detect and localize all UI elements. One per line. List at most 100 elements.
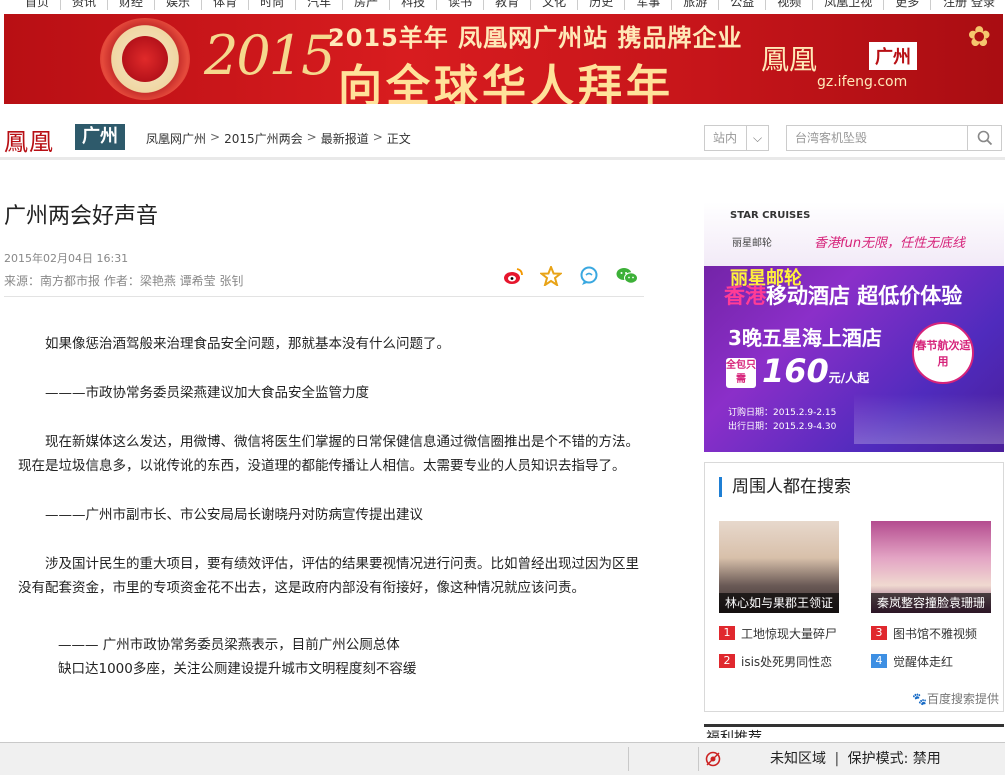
- search-scope-select[interactable]: 站内 ⌵: [704, 125, 769, 151]
- nav-item[interactable]: 更多: [884, 0, 932, 10]
- rank-badge: 4: [871, 654, 887, 668]
- nav-item[interactable]: 公益: [719, 0, 767, 10]
- nav-item[interactable]: 旅游: [672, 0, 720, 10]
- ad-circle-badge: 春节航次适用: [912, 322, 974, 384]
- search-input[interactable]: [787, 126, 967, 150]
- banner-year-art: 2015: [204, 24, 335, 87]
- article-paragraph: 涉及国计民生的重大项目，要有绩效评估，评估的结果要视情况进行问责。比如曾经出现过…: [18, 556, 639, 596]
- nav-item[interactable]: 科技: [390, 0, 438, 10]
- divider: [4, 296, 644, 297]
- banner-slogan: 向全球华人拜年: [338, 61, 674, 104]
- article-paragraph: 现在新媒体这么发达，用微博、微信将医生们掌握的日常保健信息通过微信圈推出是个不错…: [18, 434, 639, 474]
- ad-subtitle-hk: 香港: [724, 284, 766, 308]
- favorite-star-icon[interactable]: [538, 264, 564, 288]
- search-scope-value: 站内: [713, 131, 738, 145]
- article-quote-attribution: ———广州市副市长、市公安局局长谢晓丹对防病宣传提出建议: [45, 507, 423, 523]
- search-button[interactable]: [967, 126, 1001, 150]
- nav-item[interactable]: 汽车: [296, 0, 344, 10]
- article-body: 如果像惩治酒驾般来治理食品安全问题，那就基本没有什么问题了。 ———市政协常务委…: [18, 332, 640, 706]
- nav-item[interactable]: 体育: [202, 0, 250, 10]
- list-item[interactable]: 2 isis处死男同性恋: [719, 651, 837, 671]
- breadcrumb-item[interactable]: 最新报道: [321, 130, 369, 147]
- hot-search-panel: 周围人都在搜索 林心如与果郡王领证 秦岚整容撞脸袁珊珊 1 工地惊现大量碎尸 2…: [704, 462, 1004, 712]
- nav-item[interactable]: 凤凰卫视: [813, 0, 885, 10]
- site-logo[interactable]: 鳳凰: [4, 122, 54, 157]
- article-quote-attribution: ———市政协常务委员梁燕建议加大食品安全监管力度: [45, 385, 369, 401]
- hot-search-photo[interactable]: 秦岚整容撞脸袁珊珊: [871, 521, 991, 613]
- ad-subtitle: 香港移动酒店 超低价体验: [724, 280, 962, 310]
- list-item[interactable]: 3 图书馆不雅视频: [871, 623, 977, 643]
- status-cell: [698, 747, 770, 771]
- site-city-label[interactable]: 广州: [75, 124, 125, 150]
- ad-subtitle-rest: 移动酒店 超低价体验: [766, 284, 963, 308]
- rank-badge: 2: [719, 654, 735, 668]
- ad-price: 160元/人起: [762, 352, 869, 390]
- zone-separator: |: [834, 751, 840, 767]
- hot-search-list: 1 工地惊现大量碎尸 2 isis处死男同性恋: [719, 623, 837, 679]
- ad-brand-cn: 丽星邮轮: [732, 238, 772, 249]
- article: 广州两会好声音 2015年02月04日 16:31 来源：南方都市报 作者：梁艳…: [4, 198, 644, 677]
- chevron-right-icon: >: [372, 130, 383, 144]
- nav-item[interactable]: 资讯: [61, 0, 109, 10]
- nav-item[interactable]: 财经: [108, 0, 156, 10]
- nav-item[interactable]: 娱乐: [155, 0, 203, 10]
- breadcrumb-item[interactable]: 凤凰网广州: [146, 130, 206, 147]
- new-year-banner[interactable]: 2015 2015羊年 凤凰网广州站 携品牌企业 向全球华人拜年 鳳凰 广州 g…: [4, 14, 1003, 104]
- search-provider-label: 百度搜索提供: [926, 692, 999, 706]
- nav-item[interactable]: 历史: [578, 0, 626, 10]
- list-item[interactable]: 4 觉醒体走红: [871, 651, 977, 671]
- list-item[interactable]: 1 工地惊现大量碎尸: [719, 623, 837, 643]
- weibo-icon[interactable]: [502, 266, 524, 286]
- article-quote-attribution: ——— 广州市政协常务委员梁燕表示，目前广州公厕总体 缺口达1000多座，关注公…: [58, 637, 417, 677]
- nav-item[interactable]: 房产: [343, 0, 391, 10]
- hot-search-photo[interactable]: 林心如与果郡王领证: [719, 521, 839, 613]
- search-box: [786, 125, 1002, 151]
- nav-item[interactable]: 文化: [531, 0, 579, 10]
- paw-icon: 🐾: [912, 692, 927, 706]
- breadcrumb-item[interactable]: 2015广州两会: [224, 130, 303, 147]
- wechat-icon[interactable]: [616, 266, 638, 286]
- ad-tagline: 香港fun无限，任性无底线: [814, 236, 966, 251]
- ad-brand-en: STAR CRUISES: [730, 210, 811, 221]
- banner-city: 广州: [869, 42, 917, 70]
- ad-price-unit: 元/人起: [828, 371, 870, 385]
- hot-search-link[interactable]: 工地惊现大量碎尸: [741, 625, 837, 642]
- top-nav-items: 首页 资讯 财经 娱乐 体育 时尚 汽车 房产 科技 读书 教育 文化 历史 军…: [14, 0, 932, 10]
- photo-caption[interactable]: 秦岚整容撞脸袁珊珊: [871, 593, 991, 613]
- article-paragraph: 如果像惩治酒驾般来治理食品安全问题，那就基本没有什么问题了。: [45, 336, 450, 352]
- hot-search-link[interactable]: isis处死男同性恋: [741, 653, 832, 670]
- ad-offer: 3晚五星海上酒店: [728, 326, 882, 350]
- site-header: 鳳凰 广州 凤凰网广州 > 2015广州两会 > 最新报道 > 正文 站内 ⌵: [0, 116, 1005, 160]
- nav-item[interactable]: 读书: [437, 0, 485, 10]
- article-title: 广州两会好声音: [4, 204, 159, 229]
- security-zone[interactable]: 未知区域 | 保护模式: 禁用: [770, 748, 941, 768]
- banner-logo-text: 鳳凰: [761, 43, 818, 76]
- hot-search-link[interactable]: 图书馆不雅视频: [893, 625, 977, 642]
- nav-item[interactable]: 首页: [14, 0, 62, 10]
- nav-item[interactable]: 军事: [625, 0, 673, 10]
- comment-bubble-icon[interactable]: [578, 266, 600, 286]
- article-date: 2015年02月04日 16:31: [4, 252, 129, 265]
- nav-item[interactable]: 视频: [766, 0, 814, 10]
- share-bar: [502, 264, 638, 288]
- cruise-ship-image: [854, 394, 1004, 444]
- cruise-advertisement[interactable]: STAR CRUISES 丽星邮轮 香港fun无限，任性无底线 丽星邮轮 香港移…: [704, 202, 1004, 452]
- rank-badge: 3: [871, 626, 887, 640]
- photo-caption[interactable]: 林心如与果郡王领证: [719, 593, 839, 613]
- hot-search-link[interactable]: 觉醒体走红: [893, 653, 953, 670]
- chevron-right-icon: >: [210, 130, 221, 144]
- next-panel: 福利推荐: [704, 724, 1004, 738]
- login-link[interactable]: 注册 登录: [943, 0, 995, 10]
- nav-item[interactable]: 时尚: [249, 0, 297, 10]
- privacy-eye-icon[interactable]: [704, 751, 722, 767]
- banner-headline: 2015羊年 凤凰网广州站 携品牌企业: [328, 24, 743, 52]
- banner-logo: 鳳凰 广州 gz.ifeng.com: [761, 38, 936, 94]
- protected-mode-label: 保护模式: 禁用: [847, 751, 941, 767]
- next-panel-title: 福利推荐: [706, 730, 762, 738]
- breadcrumb-item: 正文: [386, 132, 411, 146]
- peony-decoration: [100, 18, 190, 100]
- search-provider[interactable]: 🐾百度搜索提供: [912, 690, 999, 707]
- nav-item[interactable]: 教育: [484, 0, 532, 10]
- hot-search-list: 3 图书馆不雅视频 4 觉醒体走红: [871, 623, 977, 679]
- ad-badge: 全包只需: [726, 358, 756, 388]
